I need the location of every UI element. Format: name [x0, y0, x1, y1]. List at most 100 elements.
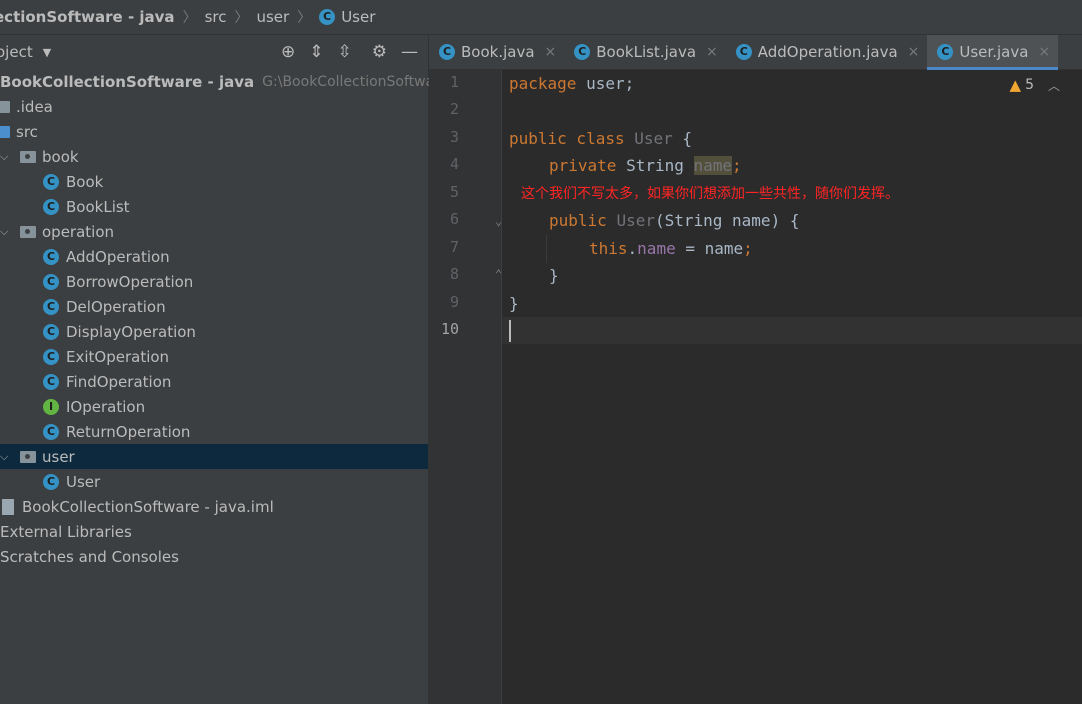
- code-line-7: this.name = name;: [589, 239, 753, 258]
- class-icon: C: [735, 44, 752, 60]
- tree-item-label: Book: [66, 172, 104, 191]
- class-icon: C: [43, 248, 59, 265]
- line-number-gutter[interactable]: 1 2 3 4 5 6 7 8 9 10 ⌄ ⌃: [429, 70, 502, 704]
- close-icon[interactable]: ×: [706, 44, 718, 60]
- class-icon: C: [43, 348, 59, 365]
- tree-item-label: Scratches and Consoles: [0, 547, 179, 566]
- tab-booklist-java[interactable]: C BookList.java ×: [564, 35, 725, 69]
- code-line-6: public User(String name) {: [549, 211, 800, 230]
- tree-item-borrowoperation[interactable]: C BorrowOperation: [0, 269, 428, 294]
- tab-book-java[interactable]: C Book.java ×: [429, 35, 564, 69]
- project-tree: BookCollectionSoftware - java G:\BookCol…: [0, 69, 448, 569]
- line-number: 5: [449, 183, 459, 201]
- code-line-4: private String name;: [549, 156, 742, 175]
- tree-item-exitoperation[interactable]: C ExitOperation: [0, 344, 428, 369]
- tree-item-book[interactable]: ⌵ book: [0, 144, 428, 169]
- class-icon: C: [43, 273, 59, 290]
- chevron-down-icon[interactable]: ⌵: [0, 150, 10, 164]
- breadcrumb-file[interactable]: User: [341, 8, 375, 26]
- warning-icon: ▲: [1009, 76, 1022, 94]
- tree-item-returnoperation[interactable]: C ReturnOperation: [0, 419, 428, 444]
- tree-item-root[interactable]: BookCollectionSoftware - java G:\BookCol…: [0, 69, 448, 94]
- tree-item-book-class[interactable]: C Book: [0, 169, 428, 194]
- tree-item-label: DisplayOperation: [66, 322, 196, 341]
- tab-label: BookList.java: [596, 43, 697, 61]
- tree-item-label: DelOperation: [66, 297, 166, 316]
- chevron-down-icon[interactable]: ▼: [43, 46, 51, 59]
- tree-item-label: FindOperation: [66, 372, 172, 391]
- chevron-down-icon[interactable]: ⌵: [0, 450, 10, 464]
- inspection-widget[interactable]: ▲ 5 ︿: [1010, 76, 1060, 94]
- breadcrumb-src[interactable]: src: [205, 8, 227, 26]
- tree-item-label: operation: [42, 222, 115, 241]
- tree-item-scratches[interactable]: Scratches and Consoles: [0, 544, 428, 569]
- close-icon[interactable]: ×: [1038, 44, 1050, 60]
- tree-item-label: AddOperation: [66, 247, 170, 266]
- breadcrumb-separator-icon: 〉: [182, 10, 197, 26]
- tree-item-booklist-class[interactable]: C BookList: [0, 194, 428, 219]
- editor-tabs: C Book.java × C BookList.java × C AddOpe…: [429, 35, 1082, 70]
- tree-root-label: BookCollectionSoftware - java: [0, 72, 255, 91]
- class-icon: C: [937, 44, 954, 60]
- tree-item-user-class[interactable]: C User: [0, 469, 428, 494]
- tree-item-label: External Libraries: [0, 522, 132, 541]
- tree-item-idea[interactable]: .idea: [0, 94, 428, 119]
- project-panel: oject ▼ ⊕ ⇕ ⇳ ⚙ — BookCollectionSoftware…: [0, 35, 448, 704]
- class-icon: C: [43, 373, 59, 390]
- module-file-icon: [2, 498, 14, 515]
- tree-item-deloperation[interactable]: C DelOperation: [0, 294, 428, 319]
- package-icon: [20, 225, 36, 238]
- tree-item-iml[interactable]: BookCollectionSoftware - java.iml: [0, 494, 428, 519]
- tree-item-findoperation[interactable]: C FindOperation: [0, 369, 428, 394]
- tree-item-label: IOperation: [66, 397, 146, 416]
- current-line-highlight: [502, 317, 1082, 344]
- line-number: 3: [449, 128, 459, 146]
- chevron-up-icon[interactable]: ︿: [1048, 77, 1060, 94]
- gear-icon[interactable]: ⚙: [372, 42, 387, 62]
- close-icon[interactable]: ×: [545, 44, 557, 60]
- folder-icon: [0, 100, 10, 113]
- tree-item-label: BookList: [66, 197, 130, 216]
- class-icon: C: [43, 423, 59, 440]
- breadcrumb-separator-icon: 〉: [234, 10, 249, 26]
- line-number: 8: [449, 265, 459, 283]
- project-view-title[interactable]: oject: [0, 43, 33, 61]
- tree-item-label: ExitOperation: [66, 347, 170, 366]
- tree-item-user[interactable]: ⌵ user: [0, 444, 428, 469]
- line-number: 4: [449, 155, 459, 173]
- tree-item-src[interactable]: src: [0, 119, 428, 144]
- tab-addoperation-java[interactable]: C AddOperation.java ×: [726, 35, 928, 69]
- fold-icon[interactable]: ⌄: [495, 214, 502, 228]
- target-icon[interactable]: ⊕: [281, 42, 295, 62]
- project-tools: ⊕ ⇕ ⇳ ⚙ —: [281, 35, 418, 69]
- code-line-1: package user;: [509, 74, 635, 93]
- package-icon: [20, 450, 36, 463]
- expand-all-icon[interactable]: ⇕: [309, 42, 323, 62]
- tree-root-path: G:\BookCollectionSoftware: [262, 73, 449, 90]
- collapse-all-icon[interactable]: ⇳: [338, 42, 352, 62]
- tab-user-java[interactable]: C User.java ×: [927, 35, 1059, 70]
- class-icon: C: [43, 173, 59, 190]
- warning-count: 5: [1025, 77, 1034, 93]
- line-number: 6: [449, 210, 459, 228]
- tree-item-displayoperation[interactable]: C DisplayOperation: [0, 319, 428, 344]
- class-icon: C: [574, 44, 591, 60]
- tree-item-label: BorrowOperation: [66, 272, 194, 291]
- tree-item-label: User: [66, 472, 101, 491]
- breadcrumb-user[interactable]: user: [256, 8, 289, 26]
- minimize-icon[interactable]: —: [401, 42, 418, 62]
- tree-item-ioperation[interactable]: I IOperation: [0, 394, 428, 419]
- tree-item-label: src: [16, 122, 38, 141]
- interface-icon: I: [43, 398, 59, 415]
- tree-item-external-libraries[interactable]: External Libraries: [0, 519, 428, 544]
- breadcrumb-project[interactable]: ectionSoftware - java: [0, 8, 175, 26]
- close-icon[interactable]: ×: [908, 44, 920, 60]
- fold-icon[interactable]: ⌃: [495, 267, 502, 281]
- code-editor[interactable]: 1 2 3 4 5 6 7 8 9 10 ⌄ ⌃ package user; p…: [429, 70, 1082, 704]
- tree-item-addoperation[interactable]: C AddOperation: [0, 244, 428, 269]
- line-number: 9: [449, 293, 459, 311]
- chevron-down-icon[interactable]: ⌵: [0, 225, 10, 239]
- class-icon: C: [43, 298, 59, 315]
- tree-item-operation[interactable]: ⌵ operation: [0, 219, 428, 244]
- tree-item-label: book: [42, 147, 79, 166]
